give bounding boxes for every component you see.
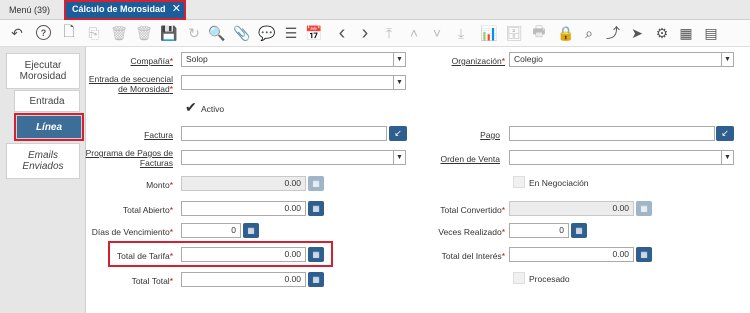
factura-input[interactable] (181, 126, 387, 141)
copy-record-icon[interactable]: ⎘ (85, 24, 103, 42)
detail-icon[interactable]: ˅ (428, 24, 446, 42)
organizacion-label: Organización* (451, 56, 505, 66)
archive-icon[interactable]: 🗄 (505, 24, 523, 42)
total-total-input[interactable]: 0.00 (181, 272, 306, 287)
calculator-icon[interactable]: ▦ (636, 247, 652, 262)
total-abierto-input[interactable]: 0.00 (181, 201, 306, 216)
calculator-icon[interactable]: ▦ (308, 201, 324, 216)
help-icon[interactable]: ? (36, 25, 51, 40)
chevron-down-icon: ▼ (393, 53, 405, 66)
history-icon[interactable]: 📅 (305, 24, 323, 42)
pago-search-icon[interactable]: ↙ (716, 126, 734, 141)
last-record-icon[interactable]: ⤓ (452, 24, 470, 42)
procesado-checkbox[interactable] (513, 272, 525, 284)
factura-label: Factura (144, 130, 173, 140)
monto-field: 0.00 (181, 176, 306, 191)
orden-select[interactable]: ▼ (509, 150, 734, 165)
sidebar-item-linea[interactable]: Línea (14, 113, 84, 141)
first-record-icon[interactable]: ⤒ (380, 24, 398, 42)
total-convertido-field: 0.00 (509, 201, 634, 216)
total-convertido-label: Total Convertido* (440, 205, 505, 215)
sidebar: Ejecutar Morosidad Entrada Línea Emails … (0, 47, 86, 313)
monto-label: Monto* (146, 180, 173, 190)
compania-select[interactable]: Solop ▼ (181, 52, 406, 67)
veces-realizado-label: Veces Realizado* (438, 227, 505, 237)
compania-label: Compañía* (130, 56, 173, 66)
lock-icon[interactable]: 🔒 (557, 24, 575, 42)
total-tarifa-input[interactable]: 0.00 (181, 247, 306, 262)
product-info-icon[interactable]: ▦ (677, 24, 695, 42)
dias-vencimiento-label: Días de Vencimiento* (91, 227, 173, 237)
next-icon[interactable]: › (356, 22, 374, 44)
activo-checkbox[interactable]: ✔ (185, 100, 197, 114)
chevron-down-icon: ▼ (393, 151, 405, 164)
chevron-down-icon: ▼ (393, 76, 405, 89)
tab-label: Cálculo de Morosidad (72, 4, 166, 14)
grid-toggle-icon[interactable]: ☰ (282, 24, 300, 42)
programa-label: Programa de Pagos de Facturas (85, 148, 173, 168)
calculator-icon[interactable]: ▦ (243, 223, 259, 238)
tab-bar: Menú (39) Cálculo de Morosidad ✕ (0, 0, 750, 20)
calculator-icon[interactable]: ▦ (636, 201, 652, 216)
refresh-icon[interactable]: ↻ (185, 24, 203, 42)
print-icon[interactable]: 🖶 (530, 23, 548, 42)
previous-icon[interactable]: ‹ (333, 22, 351, 44)
calculator-icon[interactable]: ▦ (308, 176, 324, 191)
close-icon[interactable]: ✕ (172, 0, 181, 18)
total-interes-label: Total del Interés* (441, 251, 505, 261)
report-icon[interactable]: 📊 (480, 24, 498, 42)
pago-label: Pago (480, 130, 500, 140)
total-interes-input[interactable]: 0.00 (509, 247, 634, 262)
delete-icon[interactable]: 🗑 (110, 24, 128, 42)
undo-icon[interactable]: ↶ (8, 24, 26, 42)
parent-icon[interactable]: ˄ (405, 24, 423, 42)
chat-icon[interactable]: 💬 (258, 24, 276, 42)
pago-input[interactable] (509, 126, 715, 141)
workflow-icon[interactable]: ➤ (628, 24, 646, 42)
form-icon[interactable]: ▤ (702, 24, 720, 42)
chevron-down-icon: ▼ (721, 151, 733, 164)
factura-search-icon[interactable]: ↙ (389, 126, 407, 141)
new-record-icon[interactable]: 🗋 (60, 23, 78, 42)
chevron-down-icon: ▼ (721, 53, 733, 66)
total-tarifa-label: Total de Tarifa* (116, 251, 173, 261)
calculator-icon[interactable]: ▦ (308, 272, 324, 287)
en-negociacion-label: En Negociación (529, 178, 589, 188)
organizacion-select[interactable]: Colegio ▼ (509, 52, 734, 67)
programa-select[interactable]: ▼ (181, 150, 406, 165)
total-total-label: Total Total* (131, 276, 173, 286)
entrada-label: Entrada de secuencial de Morosidad* (88, 74, 173, 94)
calculator-icon[interactable]: ▦ (571, 223, 587, 238)
sidebar-item-emails-enviados[interactable]: Emails Enviados (6, 143, 80, 179)
sidebar-item-ejecutar-morosidad[interactable]: Ejecutar Morosidad (6, 53, 80, 89)
activo-label: Activo (201, 104, 225, 114)
tab-menu[interactable]: Menú (39) (3, 2, 56, 19)
delete-selection-icon[interactable]: 🗑 (135, 24, 153, 42)
zoom-across-icon[interactable]: ⌕ (580, 24, 598, 42)
find-icon[interactable]: 🔍 (208, 24, 226, 42)
en-negociacion-checkbox[interactable] (513, 176, 525, 188)
entrada-select[interactable]: ▼ (181, 75, 406, 90)
attachment-icon[interactable]: 📎 (233, 24, 251, 42)
tab-calculo-morosidad[interactable]: Cálculo de Morosidad ✕ (64, 0, 186, 20)
sidebar-item-entrada[interactable]: Entrada (14, 90, 80, 112)
toolbar: ↶ ? 🗋 ⎘ 🗑 🗑 💾 ↻ 🔍 📎 💬 ☰ 📅 ‹ › ⤒ ˄ ˅ ⤓ 📊 … (0, 20, 750, 47)
save-icon[interactable]: 💾 (160, 24, 178, 42)
calculator-icon[interactable]: ▦ (308, 247, 324, 262)
dias-vencimiento-input[interactable]: 0 (181, 223, 241, 238)
orden-label: Orden de Venta (440, 154, 500, 164)
settings-icon[interactable]: ⚙ (653, 24, 671, 42)
procesado-label: Procesado (529, 274, 570, 284)
request-icon[interactable]: ⤴ (604, 24, 622, 42)
veces-realizado-input[interactable]: 0 (509, 223, 569, 238)
total-abierto-label: Total Abierto* (122, 205, 173, 215)
